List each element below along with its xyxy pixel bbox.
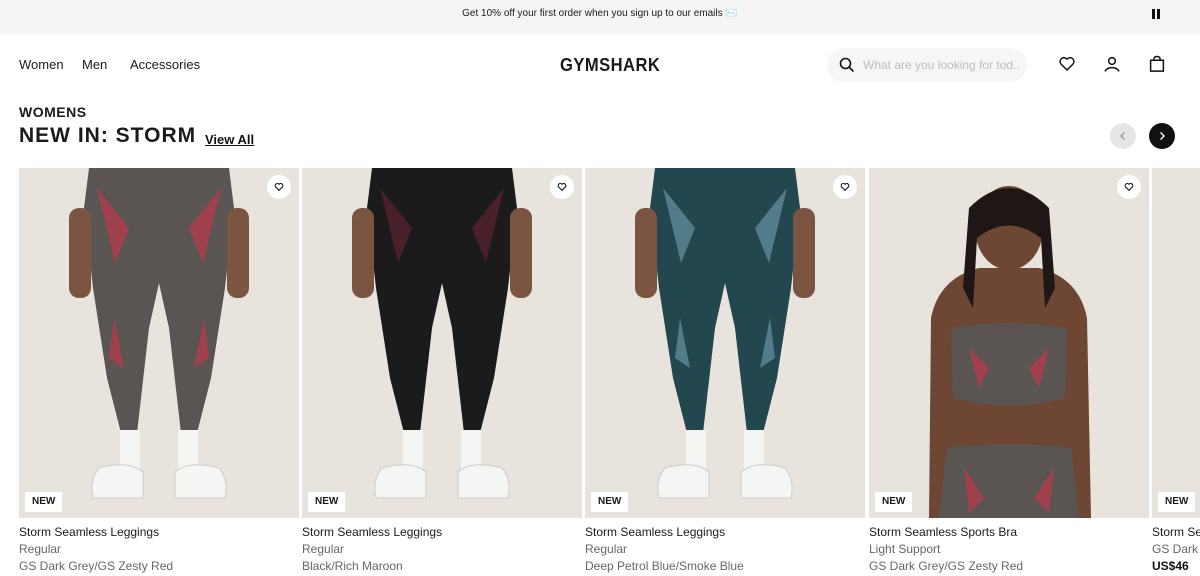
product-fit: Regular bbox=[19, 542, 62, 556]
main-nav: Women Men Accessories GYMSHARK bbox=[0, 34, 1200, 96]
search-input[interactable] bbox=[863, 48, 1021, 82]
wishlist-button[interactable] bbox=[550, 175, 574, 199]
carousel-prev-button[interactable] bbox=[1110, 123, 1136, 149]
chevron-right-icon bbox=[1160, 132, 1165, 140]
carousel-next-button[interactable] bbox=[1149, 123, 1175, 149]
product-price: US$46 bbox=[1152, 559, 1189, 573]
product-image[interactable] bbox=[302, 168, 582, 518]
pause-icon[interactable] bbox=[1151, 9, 1161, 20]
product-fit: Regular bbox=[585, 542, 628, 556]
product-card[interactable]: NEW Storm Seamless Leggings Regular GS D… bbox=[19, 168, 299, 576]
wishlist-button[interactable] bbox=[267, 175, 291, 199]
new-badge: NEW bbox=[875, 492, 913, 512]
product-fit: Regular bbox=[302, 542, 345, 556]
wishlist-button[interactable] bbox=[1117, 175, 1141, 199]
view-all-link[interactable]: View All bbox=[205, 132, 254, 147]
product-color: GS Dark Grey/GS Zesty Red bbox=[19, 559, 174, 573]
promo-bar: Get 10% off your first order when you si… bbox=[0, 0, 1200, 34]
heart-icon[interactable] bbox=[1058, 55, 1078, 75]
user-icon[interactable] bbox=[1103, 55, 1123, 75]
logo[interactable]: GYMSHARK bbox=[560, 55, 660, 76]
product-name[interactable]: Storm Seamless Leggings bbox=[19, 525, 159, 539]
heart-icon bbox=[557, 182, 567, 192]
product-name[interactable]: Storm Sea bbox=[1152, 525, 1200, 539]
product-image[interactable] bbox=[869, 168, 1149, 518]
product-card[interactable]: NEW Storm Seamless Leggings Regular Blac… bbox=[302, 168, 582, 576]
section-title: NEW IN: STORM bbox=[19, 124, 197, 147]
search-icon bbox=[839, 57, 855, 78]
chevron-left-icon bbox=[1120, 132, 1125, 140]
product-name[interactable]: Storm Seamless Sports Bra bbox=[869, 525, 1017, 539]
bag-icon[interactable] bbox=[1148, 55, 1168, 75]
product-image[interactable] bbox=[1152, 168, 1200, 518]
product-name[interactable]: Storm Seamless Leggings bbox=[585, 525, 725, 539]
product-card[interactable]: NEW Storm Seamless Sports Bra Light Supp… bbox=[869, 168, 1149, 576]
heart-icon bbox=[840, 182, 850, 192]
wishlist-button[interactable] bbox=[833, 175, 857, 199]
section-eyebrow: WOMENS bbox=[19, 104, 87, 120]
product-card[interactable]: NEW Storm Sea GS Dark G US$46 bbox=[1152, 168, 1200, 576]
nav-link-women[interactable]: Women bbox=[19, 57, 64, 72]
promo-message[interactable]: Get 10% off your first order when you si… bbox=[0, 8, 1200, 19]
search-box[interactable] bbox=[827, 48, 1027, 82]
product-color: Black/Rich Maroon bbox=[302, 559, 403, 573]
heart-icon bbox=[1124, 182, 1134, 192]
product-color: Deep Petrol Blue/Smoke Blue bbox=[585, 559, 744, 573]
product-color: GS Dark Grey/GS Zesty Red bbox=[869, 559, 1024, 573]
nav-link-men[interactable]: Men bbox=[82, 57, 107, 72]
product-color: GS Dark G bbox=[1152, 542, 1200, 556]
new-badge: NEW bbox=[308, 492, 346, 512]
new-badge: NEW bbox=[25, 492, 63, 512]
product-name[interactable]: Storm Seamless Leggings bbox=[302, 525, 442, 539]
product-image[interactable] bbox=[585, 168, 865, 518]
product-fit: Light Support bbox=[869, 542, 941, 556]
product-card[interactable]: NEW Storm Seamless Leggings Regular Deep… bbox=[585, 168, 865, 576]
new-badge: NEW bbox=[591, 492, 629, 512]
nav-link-accessories[interactable]: Accessories bbox=[130, 57, 200, 72]
product-image[interactable] bbox=[19, 168, 299, 518]
new-badge: NEW bbox=[1158, 492, 1196, 512]
heart-icon bbox=[274, 182, 284, 192]
